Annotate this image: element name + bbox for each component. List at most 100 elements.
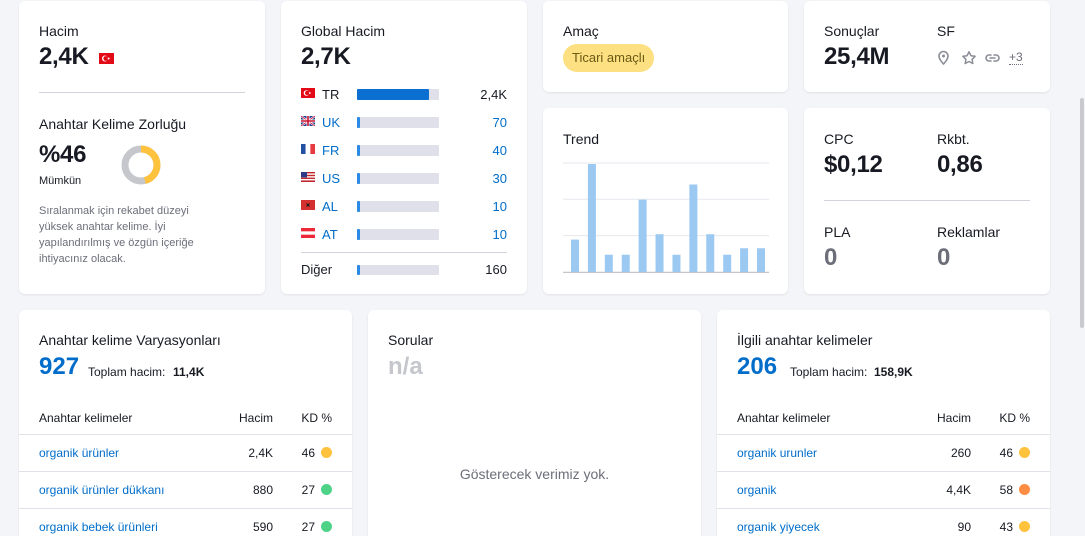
keyword-link[interactable]: organik urunler: [737, 446, 817, 460]
link-icon[interactable]: [984, 50, 1001, 71]
country-row-us[interactable]: US 30: [301, 169, 507, 189]
country-code[interactable]: AL: [322, 199, 338, 214]
page-scrollbar-thumb[interactable]: [1080, 98, 1084, 328]
variations-total-label: Toplam hacim:: [88, 365, 166, 379]
kd-value: %46: [39, 141, 87, 168]
trend-bar[interactable]: [672, 254, 681, 272]
location-pin-icon[interactable]: [936, 50, 951, 71]
trend-bar[interactable]: [706, 234, 715, 272]
keyword-volume: 260: [950, 446, 971, 460]
trend-bar[interactable]: [740, 248, 749, 272]
questions-title: Sorular: [388, 332, 434, 348]
country-volume-value[interactable]: 70: [493, 115, 507, 130]
variations-header-kd[interactable]: KD %: [301, 411, 332, 425]
kd-indicator-dot: [1019, 521, 1030, 532]
star-icon[interactable]: [961, 50, 977, 71]
kd-description: Sıralanmak için rekabet düzeyi yüksek an…: [39, 205, 194, 265]
variations-count[interactable]: 927: [39, 353, 79, 381]
kd-indicator-dot: [1019, 484, 1030, 495]
trend-bar[interactable]: [604, 254, 613, 272]
keyword-volume: 590: [252, 520, 273, 534]
country-volume-value[interactable]: 10: [493, 199, 507, 214]
country-volume-value[interactable]: 30: [493, 171, 507, 186]
country-volume-bar: [357, 229, 439, 240]
page-scrollbar[interactable]: [1079, 0, 1085, 536]
country-row-uk[interactable]: UK 70: [300, 113, 507, 133]
pla-label: PLA: [824, 224, 851, 240]
country-code[interactable]: AT: [322, 227, 338, 242]
trend-bar[interactable]: [571, 239, 579, 272]
country-code[interactable]: FR: [322, 143, 339, 158]
country-row-at[interactable]: AT 10: [301, 225, 507, 245]
kd-indicator-dot: [321, 484, 332, 495]
keyword-link[interactable]: organik ürünler dükkanı: [39, 483, 164, 497]
country-volume-value[interactable]: 10: [493, 227, 507, 242]
intent-label: Amaç: [563, 23, 599, 39]
related-header-keyword: Anahtar kelimeler: [737, 411, 831, 425]
ads-label: Reklamlar: [937, 224, 1001, 240]
flag-tr-icon: [301, 88, 315, 98]
keyword-volume: 4,4K: [946, 483, 971, 497]
country-volume-value[interactable]: 40: [493, 143, 507, 158]
keyword-kd: 58: [999, 483, 1013, 497]
country-code: TR: [322, 87, 340, 102]
trend-bar[interactable]: [621, 254, 630, 272]
keyword-link[interactable]: organik ürünler: [39, 446, 119, 460]
country-row-tr: TR 2,4K: [301, 85, 507, 105]
trend-bar[interactable]: [723, 254, 732, 272]
intent-badge[interactable]: Ticari amaçlı: [563, 44, 655, 72]
table-row: organik ürünler 2,4K 46: [19, 435, 352, 471]
variations-title: Anahtar kelime Varyasyonları: [39, 332, 221, 348]
country-row-al[interactable]: AL 10: [301, 197, 507, 217]
related-title: İlgili anahtar kelimeler: [737, 332, 873, 348]
country-code[interactable]: UK: [322, 115, 340, 130]
sf-label: SF: [937, 23, 955, 39]
country-code[interactable]: US: [322, 171, 340, 186]
other-label: Diğer: [301, 262, 333, 277]
trend-card: Trend: [543, 108, 788, 294]
keyword-volume: 2,4K: [248, 446, 273, 460]
trend-chart: [563, 162, 769, 273]
trend-label: Trend: [563, 131, 600, 147]
pla-value: 0: [824, 244, 838, 271]
table-row: organik ürünler dükkanı 880 27: [19, 472, 352, 508]
trend-bar[interactable]: [689, 184, 698, 272]
keyword-kd: 43: [999, 520, 1013, 534]
trend-bar[interactable]: [757, 248, 765, 272]
table-row: organik 4,4K 58: [717, 472, 1050, 508]
variations-header-keyword: Anahtar kelimeler: [39, 411, 133, 425]
global-volume-value: 2,7K: [301, 43, 351, 70]
trend-bar[interactable]: [655, 234, 664, 272]
variations-card: Anahtar kelime Varyasyonları 927 Toplam …: [19, 310, 352, 536]
variations-header-volume[interactable]: Hacim: [239, 411, 273, 425]
sf-more[interactable]: +3: [1009, 50, 1023, 65]
cpc-value: $0,12: [824, 151, 883, 178]
questions-empty-text: Gösterecek verimiz yok.: [459, 466, 610, 482]
kd-indicator-dot: [321, 521, 332, 532]
variations-total-value: 11,4K: [173, 365, 205, 379]
keyword-kd: 27: [301, 483, 315, 497]
volume-value: 2,4K: [39, 43, 89, 70]
trend-bar[interactable]: [638, 199, 647, 272]
trend-bar[interactable]: [587, 164, 596, 272]
keyword-link[interactable]: organik bebek ürünleri: [39, 520, 158, 534]
related-header-kd[interactable]: KD %: [999, 411, 1030, 425]
related-count[interactable]: 206: [737, 353, 777, 381]
keyword-kd: 46: [301, 446, 315, 460]
flag-fr-icon: [301, 144, 315, 154]
related-total-label: Toplam hacim:: [790, 365, 868, 379]
kd-indicator-dot: [1019, 447, 1030, 458]
competition-label: Rkbt.: [937, 131, 970, 147]
results-value: 25,4M: [824, 43, 890, 70]
keyword-link[interactable]: organik: [737, 483, 776, 497]
questions-value: n/a: [388, 353, 423, 380]
keyword-link[interactable]: organik yiyecek: [737, 520, 820, 534]
other-bar: [357, 265, 439, 275]
country-row-fr[interactable]: FR 40: [301, 141, 507, 161]
related-header-volume[interactable]: Hacim: [937, 411, 971, 425]
country-volume-bar: [357, 89, 439, 100]
country-volume-bar: [357, 145, 439, 156]
kd-indicator-dot: [321, 447, 332, 458]
kd-label: Anahtar Kelime Zorluğu: [39, 116, 187, 132]
kd-donut: [121, 145, 161, 185]
